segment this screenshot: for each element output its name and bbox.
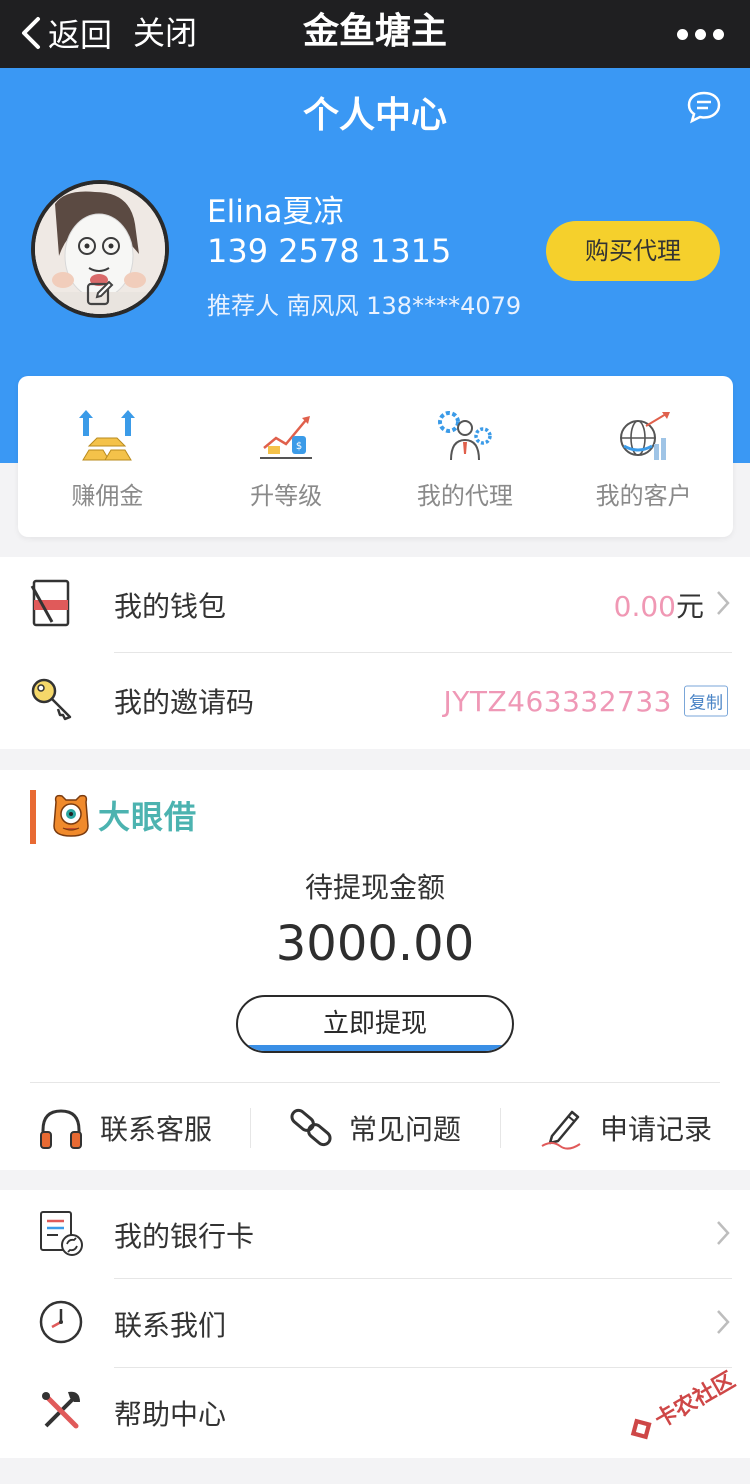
wallet-row[interactable]: 我的钱包 0.00元 (0, 557, 750, 653)
one-eyed-monster-icon (53, 794, 89, 837)
menu-item-bank-card[interactable]: 我的银行卡 (0, 1190, 750, 1279)
gold-bars-icon (79, 410, 136, 461)
agent-gear-icon (437, 411, 492, 461)
button-accent-bar (238, 1045, 512, 1051)
more-menu-icon[interactable] (677, 14, 724, 54)
nav-title: 金鱼塘主 (302, 11, 447, 52)
avatar[interactable] (31, 180, 169, 318)
globe-chart-icon (619, 412, 670, 460)
message-icon[interactable] (686, 90, 722, 128)
user-name: Elina夏凉 (207, 194, 345, 230)
headphones-icon (39, 1109, 82, 1149)
feature-card: 赚佣金 $ 升等级 我的代理 我的客户 (18, 376, 733, 537)
growth-chart-icon: $ (260, 416, 313, 459)
brand-name: 大眼借 (98, 798, 198, 836)
feature-upgrade-level[interactable]: $ 升等级 (197, 376, 376, 537)
chevron-right-icon (716, 590, 730, 620)
menu-label: 帮助中心 (114, 1397, 227, 1431)
feature-earn-commission[interactable]: 赚佣金 (18, 376, 197, 537)
action-label: 常见问题 (348, 1113, 461, 1146)
withdraw-button[interactable]: 立即提现 (236, 995, 514, 1053)
referrer-info: 推荐人 南风风 138****4079 (207, 292, 522, 320)
svg-text:$: $ (296, 441, 302, 452)
invite-label: 我的邀请码 (114, 686, 255, 719)
menu-item-contact-us[interactable]: 联系我们 (0, 1279, 750, 1368)
chevron-right-icon (716, 1309, 730, 1339)
copy-button[interactable]: 复制 (684, 685, 728, 717)
user-phone: 139 2578 1315 (207, 232, 452, 270)
key-icon (30, 677, 76, 725)
menu-label: 我的银行卡 (114, 1219, 255, 1253)
buy-agent-button[interactable]: 购买代理 (546, 221, 720, 281)
chevron-right-icon (716, 1220, 730, 1250)
menu-label: 联系我们 (114, 1308, 227, 1342)
wallet-amount: 0.00 (613, 590, 676, 623)
loan-section: 大眼借 待提现金额 3000.00 立即提现 联系客服 常见问题 申请记录 (0, 770, 750, 1170)
wallet-unit: 元 (675, 590, 704, 623)
withdraw-label: 立即提现 (322, 1009, 427, 1039)
action-label: 联系客服 (99, 1113, 212, 1146)
feature-label: 赚佣金 (71, 482, 144, 510)
bank-card-icon (38, 1209, 84, 1261)
section-accent-bar (30, 790, 36, 844)
link-icon (290, 1108, 332, 1147)
feature-label: 升等级 (250, 482, 323, 510)
tools-icon (38, 1388, 84, 1438)
page-title: 个人中心 (302, 95, 447, 136)
pending-label: 待提现金额 (304, 871, 445, 904)
invite-code-row: 我的邀请码 JYTZ463332733 复制 (0, 653, 750, 749)
invite-code: JYTZ463332733 (443, 684, 672, 718)
top-nav-bar: 返回 关闭 金鱼塘主 (0, 0, 750, 68)
faq-button[interactable]: 常见问题 (250, 1100, 500, 1156)
pending-amount: 3000.00 (275, 916, 475, 972)
application-records-button[interactable]: 申请记录 (500, 1100, 750, 1156)
pen-icon (541, 1110, 581, 1150)
clock-icon (38, 1299, 84, 1349)
wallet-balance: 0.00元 (614, 585, 704, 625)
contact-service-button[interactable]: 联系客服 (0, 1100, 250, 1156)
wallet-icon (30, 578, 74, 632)
section-divider (30, 1082, 720, 1083)
action-label: 申请记录 (599, 1113, 712, 1146)
wallet-label: 我的钱包 (114, 590, 227, 623)
edit-avatar-icon[interactable] (85, 279, 115, 311)
brand-logo: 大眼借 (50, 792, 197, 838)
loan-actions: 联系客服 常见问题 申请记录 (0, 1100, 750, 1156)
account-section: 我的钱包 0.00元 我的邀请码 JYTZ463332733 复制 (0, 557, 750, 749)
feature-my-agents[interactable]: 我的代理 (376, 376, 555, 537)
feature-my-customers[interactable]: 我的客户 (554, 376, 733, 537)
feature-label: 我的代理 (416, 482, 513, 510)
feature-label: 我的客户 (595, 482, 692, 510)
